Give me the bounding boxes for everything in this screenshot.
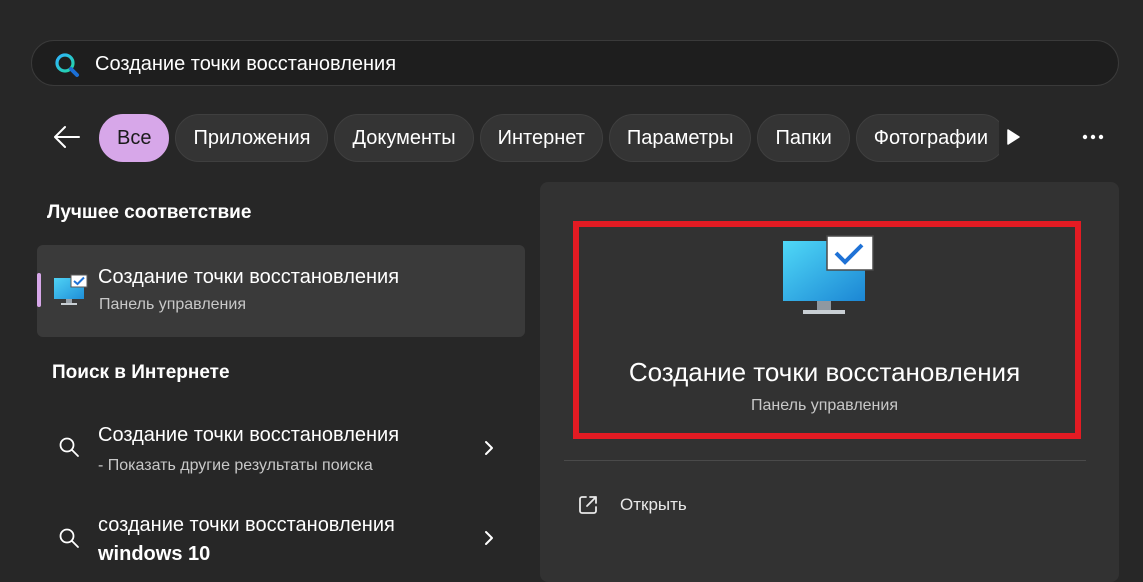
back-button[interactable]	[52, 122, 82, 152]
more-dots-icon	[1082, 134, 1104, 140]
play-icon	[1007, 129, 1020, 145]
search-icon	[59, 437, 79, 457]
best-match-item[interactable]: Создание точки восстановления Панель упр…	[37, 245, 525, 337]
filter-chip-documents[interactable]: Документы	[334, 114, 474, 162]
detail-title: Создание точки восстановления	[628, 357, 1021, 387]
web-result-subtitle: - Показать другие результаты поиска	[98, 457, 373, 474]
filter-chip-settings[interactable]: Параметры	[608, 114, 752, 162]
open-button[interactable]: Открыть	[576, 490, 687, 520]
best-match-subtitle: Панель управления	[99, 296, 246, 313]
filter-chip-web[interactable]: Интернет	[479, 114, 603, 162]
web-result-item[interactable]: создание точки восстановления windows 10	[37, 502, 525, 574]
search-icon	[55, 53, 79, 77]
search-icon	[59, 528, 79, 548]
web-result-title-bold: windows 10	[98, 543, 211, 565]
arrow-left-icon	[54, 126, 80, 148]
best-match-heading: Лучшее соответствие	[47, 202, 252, 223]
more-options-button[interactable]	[1074, 122, 1112, 152]
web-result-item[interactable]: Создание точки восстановления - Показать…	[37, 412, 525, 490]
web-result-title: создание точки восстановления	[98, 514, 395, 536]
filter-chip-photos[interactable]: Фотографии	[855, 114, 999, 162]
selection-indicator	[37, 273, 41, 307]
filter-chip-apps[interactable]: Приложения	[175, 114, 329, 162]
detail-panel: Создание точки восстановления Панель упр…	[540, 182, 1119, 582]
open-label: Открыть	[620, 495, 687, 514]
divider	[564, 460, 1086, 461]
search-input[interactable]	[95, 51, 995, 77]
system-restore-icon	[54, 274, 88, 305]
filter-chip-folders[interactable]: Папки	[757, 114, 850, 162]
open-external-icon	[579, 496, 597, 514]
best-match-title: Создание точки восстановления	[98, 266, 400, 288]
scroll-filters-button[interactable]	[1000, 122, 1026, 152]
system-restore-icon	[783, 235, 874, 314]
search-box[interactable]	[31, 40, 1119, 86]
filter-chips: Все Приложения Документы Интернет Параме…	[99, 113, 999, 163]
filter-chip-all[interactable]: Все	[99, 114, 170, 162]
chevron-right-icon	[485, 531, 493, 545]
web-result-title: Создание точки восстановления	[98, 424, 400, 446]
detail-subtitle: Панель управления	[751, 397, 898, 414]
chevron-right-icon	[485, 441, 493, 455]
web-search-heading: Поиск в Интернете	[52, 362, 230, 383]
